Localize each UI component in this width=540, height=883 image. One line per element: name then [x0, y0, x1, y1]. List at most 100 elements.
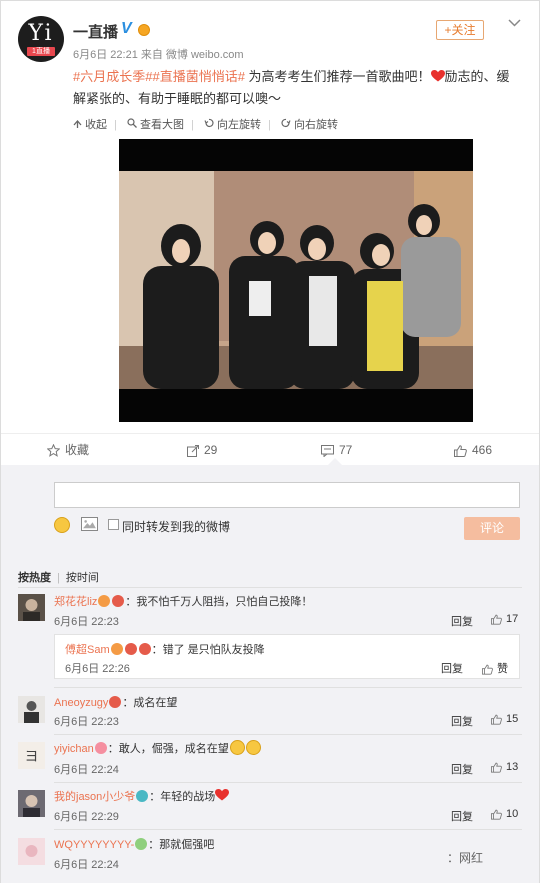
band-photo[interactable]	[119, 171, 473, 389]
avatar-logo-text: Yi	[28, 21, 54, 46]
topic-link[interactable]: #六月成长季##直播菌悄悄话#	[73, 69, 245, 84]
sun-badge-icon	[138, 24, 150, 36]
star-icon	[47, 444, 60, 458]
favorite-button[interactable]: 收藏	[47, 434, 89, 466]
tab-sort-time[interactable]: 按时间	[66, 572, 99, 584]
post-text-1b: 励志的、缓	[444, 69, 510, 84]
thumbs-up-icon	[491, 809, 502, 820]
sub-reply-like-button[interactable]: 赞	[482, 660, 508, 676]
rotate-right-button[interactable]: 向右旋转	[281, 116, 338, 132]
comment-5-time: 6月6日 22:24	[54, 859, 119, 871]
collapse-label: 收起	[85, 119, 108, 131]
comment-1-text: ：我不怕千万人阻挡，只怕自己投降！	[125, 596, 313, 608]
watermark: ：网红	[447, 851, 484, 865]
comment-2-text: ：成名在望	[122, 697, 178, 709]
comment-4-time: 6月6日 22:29	[54, 811, 119, 823]
sub-reply-author[interactable]: 傅超Sam	[65, 644, 110, 656]
emoji-icon[interactable]	[54, 517, 70, 533]
level-badge-icon	[112, 595, 125, 607]
sub-reply-text: ：错了 是只怕队友投降	[151, 644, 265, 656]
post-body: #六月成长季##直播菌悄悄话# 为高考考生们推荐一首歌曲吧！ 励志的、缓 解紧张的…	[73, 66, 523, 110]
divider	[54, 782, 522, 783]
verified-icon: V	[121, 20, 132, 37]
comment-1-reply-button[interactable]: 回复	[451, 613, 473, 629]
comment-3: yiyichan ：敢人，倔强，成名在望	[54, 740, 261, 756]
tab-sort-hot[interactable]: 按热度	[18, 572, 51, 584]
rotate-left-button[interactable]: 向左旋转	[204, 116, 261, 132]
comment-4: 我的jason小少爷 ：年轻的战场	[54, 788, 230, 804]
comment-icon	[321, 444, 334, 457]
comment-4-like-count: 10	[506, 808, 519, 820]
member-badge-icon	[136, 790, 149, 802]
comment-3-time: 6月6日 22:24	[54, 764, 119, 776]
thumbs-up-icon	[491, 614, 502, 625]
rotate-right-label: 向右旋转	[294, 119, 339, 131]
comment-1-like-count: 17	[506, 613, 519, 625]
sub-reply-line: 傅超Sam ：错了 是只怕队友投降	[65, 641, 265, 657]
post-text-2: 解紧张的、有助于睡眠的都可以噢～	[73, 91, 282, 106]
submit-comment-button[interactable]: 评论	[464, 517, 520, 540]
weibo-post-card: Yi 1直播 一直播 V 6月6日 22:21 来自 微博 weibo.com …	[0, 0, 540, 883]
avatar[interactable]	[18, 594, 45, 621]
comment-5-author[interactable]: WQYYYYYYYY-	[54, 839, 134, 851]
username[interactable]: 一直播	[73, 21, 118, 42]
member-badge-icon	[98, 595, 111, 607]
avatar[interactable]	[18, 838, 45, 865]
comment-4-author[interactable]: 我的jason小少爷	[54, 791, 135, 803]
divider	[54, 734, 522, 735]
comment-2-author[interactable]: Aneoyzugy	[54, 697, 108, 709]
sub-reply-reply-button[interactable]: 回复	[441, 660, 463, 676]
comment-3-text: ：敢人，倔强，成名在望	[107, 743, 229, 755]
comment-2-reply-button[interactable]: 回复	[451, 713, 473, 729]
repost-checkbox-label: 同时转发到我的微博	[122, 520, 231, 534]
post-meta: 6月6日 22:21 来自 微博 weibo.com	[73, 49, 244, 61]
divider	[18, 587, 522, 588]
avatar[interactable]	[18, 790, 45, 817]
member-badge-icon	[109, 696, 122, 708]
avatar-tag: 1直播	[27, 47, 55, 56]
thumbs-up-icon	[482, 664, 493, 675]
repost-count: 29	[204, 443, 218, 457]
comment-4-like-button[interactable]: 10	[491, 808, 518, 820]
avatar[interactable]: ヨ	[18, 742, 45, 769]
comment-input[interactable]	[54, 482, 520, 508]
comment-3-reply-button[interactable]: 回复	[451, 761, 473, 777]
like-count: 466	[472, 443, 493, 457]
avatar[interactable]	[18, 696, 45, 723]
follow-button[interactable]: +关注	[436, 20, 484, 40]
comment-4-reply-button[interactable]: 回复	[451, 808, 473, 824]
view-large-label: 查看大图	[140, 119, 185, 131]
comment-1-like-button[interactable]: 17	[491, 613, 518, 625]
comment-2-time: 6月6日 22:23	[54, 716, 119, 728]
member-badge-icon	[124, 643, 137, 655]
chevron-down-icon[interactable]	[508, 16, 521, 29]
view-large-button[interactable]: 查看大图	[127, 116, 184, 132]
image-upload-icon[interactable]	[81, 517, 98, 531]
comment-2-like-button[interactable]: 15	[491, 713, 518, 725]
sub-reply-time: 6月6日 22:26	[65, 663, 130, 675]
user-avatar[interactable]: Yi 1直播	[18, 16, 64, 62]
like-button[interactable]: 466	[454, 434, 492, 466]
smile-emoji-icon	[229, 740, 245, 755]
media-toolbar: 收起 | 查看大图 | 向左旋转 | 向右旋转	[73, 116, 345, 132]
comment-4-text: ：年轻的战场	[149, 791, 216, 803]
verified-v-icon	[110, 643, 123, 655]
repost-checkbox[interactable]	[108, 519, 119, 530]
comment-1: 郑花花liz ：我不怕千万人阻挡，只怕自己投降！	[54, 593, 312, 609]
comment-count: 77	[339, 443, 353, 457]
red-heart-icon	[430, 70, 445, 82]
comment-3-author[interactable]: yiyichan	[54, 743, 94, 755]
svg-text:ヨ: ヨ	[25, 748, 39, 764]
collapse-button[interactable]: 收起	[73, 116, 107, 132]
post-action-bar: 收藏 29 77 466	[1, 433, 539, 465]
rotate-right-icon	[281, 118, 291, 127]
rotate-left-label: 向左旋转	[217, 119, 262, 131]
member-badge-icon	[135, 838, 148, 850]
repost-button[interactable]: 29	[187, 434, 217, 466]
collapse-icon	[73, 120, 82, 128]
thumbs-up-icon	[454, 445, 467, 457]
thumbs-up-icon	[491, 762, 502, 773]
comment-3-like-button[interactable]: 13	[491, 761, 518, 773]
comment-1-author[interactable]: 郑花花liz	[54, 596, 97, 608]
comment-5: WQYYYYYYYY- ：那就倔强吧	[54, 836, 214, 852]
